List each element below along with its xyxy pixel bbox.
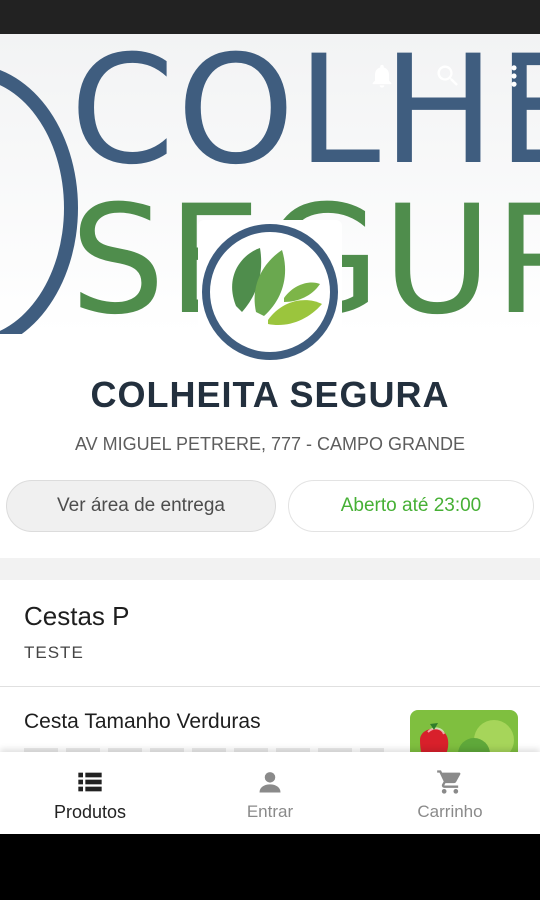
store-logo <box>198 220 342 364</box>
cart-icon <box>437 770 461 794</box>
more-vert-icon[interactable] <box>500 62 528 90</box>
list-icon <box>78 772 102 792</box>
nav-label-carrinho: Carrinho <box>417 802 483 821</box>
opening-hours-button[interactable]: Aberto até 23:00 <box>288 480 534 532</box>
status-bar <box>0 0 540 34</box>
user-icon <box>259 772 281 793</box>
bottom-navigation: Produtos Entrar Carrinho <box>0 752 540 834</box>
bell-icon[interactable] <box>368 62 396 90</box>
divider <box>0 686 540 687</box>
nav-produtos[interactable]: Produtos <box>0 752 180 834</box>
nav-label-entrar: Entrar <box>246 802 294 821</box>
nav-entrar[interactable]: Entrar <box>180 752 360 834</box>
nav-label-produtos: Produtos <box>53 802 127 822</box>
system-nav-area <box>0 834 540 900</box>
store-name: COLHEITA SEGURA <box>90 374 450 415</box>
nav-carrinho[interactable]: Carrinho <box>360 752 540 834</box>
delivery-area-button[interactable]: Ver área de entrega <box>6 480 276 532</box>
category-subtitle: TESTE <box>24 643 84 662</box>
product-name[interactable]: Cesta Tamanho Verduras <box>24 710 261 734</box>
store-address: AV MIGUEL PETRERE, 777 - CAMPO GRANDE <box>74 434 466 454</box>
category-title: Cestas P <box>24 601 130 631</box>
app-screen: COLHE SEGUR COLHEITA SEGURA AV MIGUEL PE… <box>0 34 540 834</box>
search-icon[interactable] <box>434 62 462 90</box>
section-divider <box>0 558 540 580</box>
banner-logo-ring <box>0 64 78 334</box>
